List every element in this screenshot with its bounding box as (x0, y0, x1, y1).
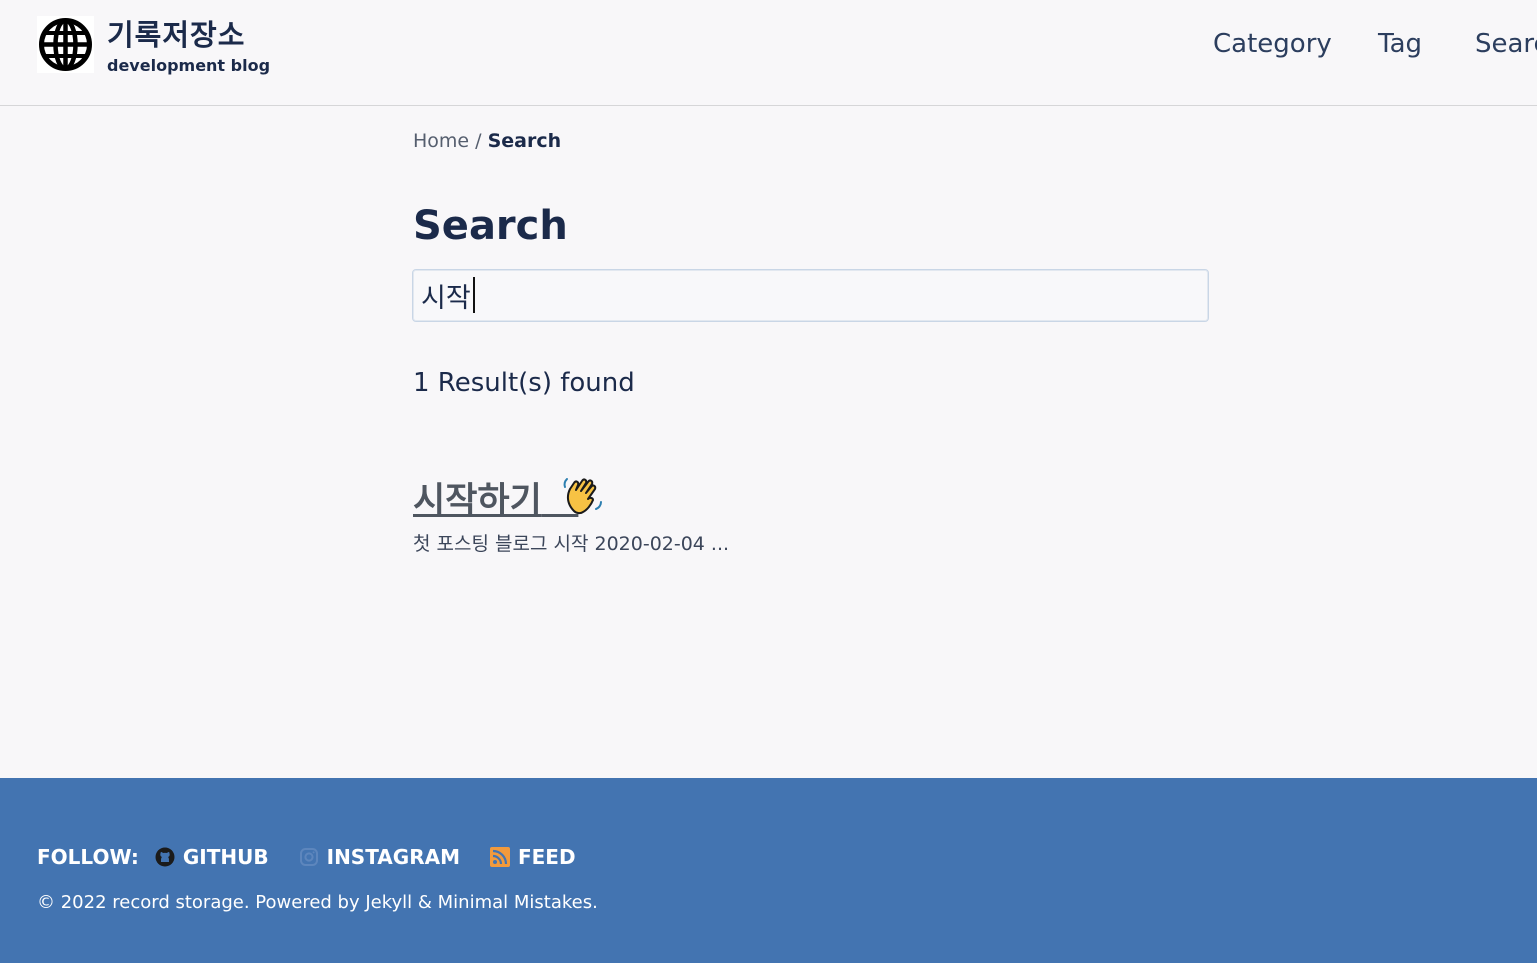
github-link[interactable]: GITHUB (155, 845, 269, 869)
page-footer: FOLLOW: GITHUB INSTAGRAM FEED © 2022 rec… (0, 778, 1537, 963)
github-icon (155, 847, 175, 867)
github-label[interactable]: GITHUB (183, 845, 269, 869)
feed-link[interactable]: FEED (489, 845, 576, 869)
rss-icon (489, 847, 510, 867)
copyright: © 2022 record storage. Powered by Jekyll… (37, 892, 598, 913)
nav-tag[interactable]: Tag (1378, 29, 1422, 59)
masthead: 기록저장소 development blog Category Tag Sear… (0, 0, 1537, 106)
globe-icon[interactable] (37, 16, 94, 73)
follow-label: FOLLOW: (37, 845, 139, 869)
results-count: 1 Result(s) found (413, 368, 635, 398)
breadcrumb: Home / Search (413, 130, 561, 152)
search-input[interactable] (412, 269, 1209, 322)
feed-label[interactable]: FEED (518, 845, 576, 869)
result-excerpt: 첫 포스팅 블로그 시작 2020-02-04 ... (413, 533, 730, 555)
site-title[interactable]: 기록저장소 (107, 12, 245, 54)
page-title: Search (413, 203, 568, 249)
nav-search[interactable]: Search (1475, 29, 1537, 59)
breadcrumb-home[interactable]: Home (413, 130, 469, 152)
follow-row: FOLLOW: GITHUB INSTAGRAM FEED (37, 845, 606, 869)
site-subtitle: development blog (107, 56, 271, 75)
result-title-text[interactable]: 시작하기 (413, 481, 542, 521)
breadcrumb-separator: / (469, 130, 488, 152)
result-title-link[interactable]: 시작하기 (413, 472, 578, 523)
instagram-label[interactable]: INSTAGRAM (327, 845, 460, 869)
instagram-icon (299, 848, 318, 866)
instagram-link[interactable]: INSTAGRAM (299, 845, 460, 869)
text-caret (473, 277, 475, 313)
nav-category[interactable]: Category (1213, 29, 1332, 59)
breadcrumb-current: Search (487, 130, 562, 152)
waving-hand-icon (563, 478, 602, 515)
